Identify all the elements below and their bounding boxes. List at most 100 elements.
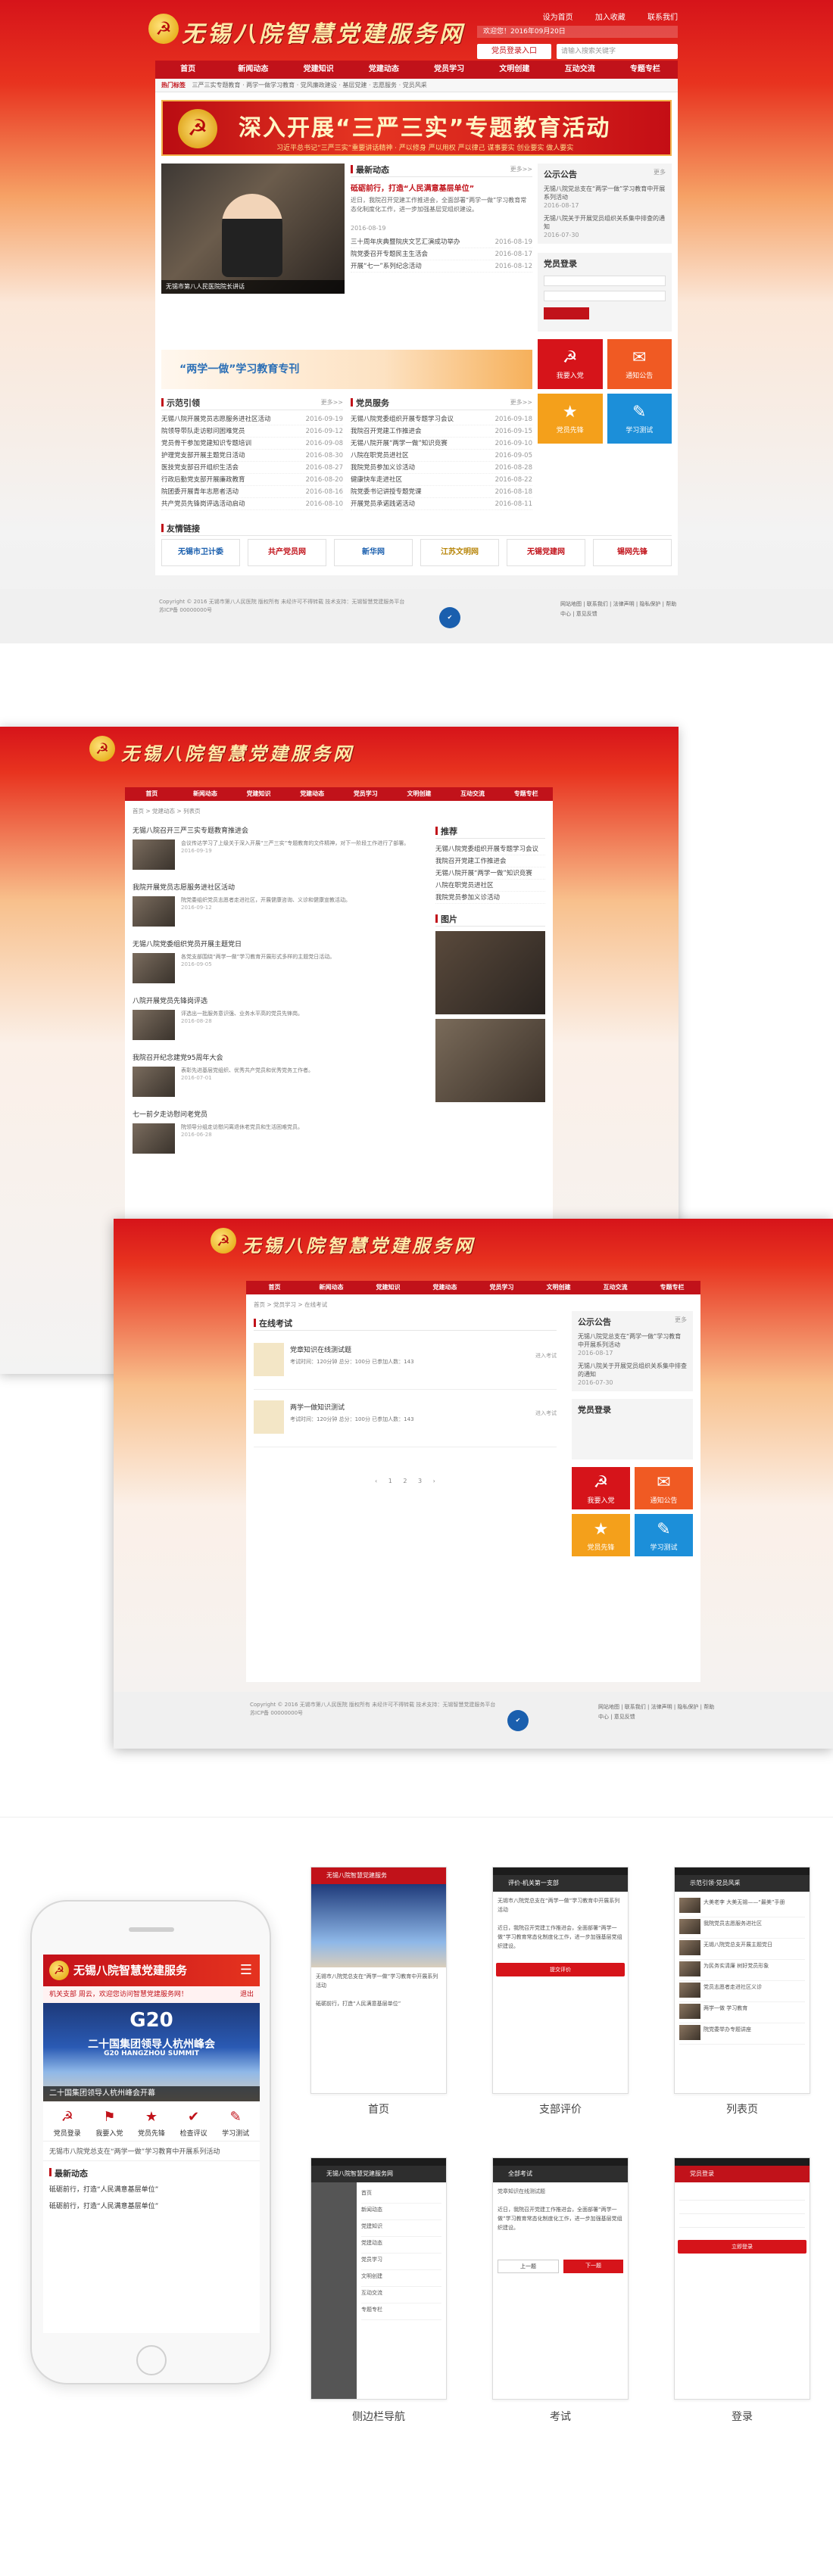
list-item[interactable]: 2016-08-27 医技党支部召开组织生活会 <box>161 462 343 474</box>
nav-item-topics[interactable]: 专题专栏 <box>644 1281 700 1294</box>
headline-photo[interactable]: 无锡市第八人民医院院长讲话 <box>161 164 345 294</box>
screen-exam[interactable]: 全部考试 党章知识在线测试题 近日，我院召开党建工作推进会，全面部署“两学一做”… <box>492 2157 629 2400</box>
notice-item[interactable]: 无锡八院关于开展党员组织关系集中排查的通知 2016-07-30 <box>544 214 666 239</box>
nav-item-study[interactable]: 党员学习 <box>416 61 482 79</box>
enter-exam-button[interactable]: 进入考试 <box>535 1352 557 1360</box>
screen-login[interactable]: 党员登录 立即登录 <box>674 2157 810 2400</box>
prev-question-button[interactable]: 上一题 <box>498 2260 559 2273</box>
friend-link[interactable]: 江苏文明网 <box>420 539 499 566</box>
list-item[interactable]: 2016-08-20 行政后勤党支部开展廉政教育 <box>161 474 343 486</box>
list-item[interactable]: 2016-08-11 开展党员承诺践诺活动 <box>351 498 532 510</box>
list-item[interactable]: 2016-09-15 我院召开党建工作推进会 <box>351 425 532 438</box>
login-submit-button[interactable]: 立即登录 <box>678 2240 806 2254</box>
nav-item-news[interactable]: 新闻动态 <box>179 787 232 801</box>
tile-pioneer[interactable]: ★ 党员先锋 <box>538 394 603 444</box>
nav-item-interaction[interactable]: 互动交流 <box>548 61 613 79</box>
member-login-button[interactable]: 党员登录入口 <box>477 44 551 59</box>
nav-item-home[interactable]: 首页 <box>155 61 220 79</box>
nav-item-news[interactable]: 新闻动态 <box>220 61 285 79</box>
site-logo[interactable]: 无锡八院智慧党建服务网 <box>242 1231 476 1257</box>
menu-icon[interactable]: ☰ <box>240 1955 252 1986</box>
eval-submit-button[interactable]: 提交评价 <box>496 1963 625 1976</box>
footer-links[interactable]: 网站地图 | 联系我们 | 法律声明 | 隐私保护 | 帮助中心 | 意见反馈 <box>598 1702 719 1722</box>
tile-notice[interactable]: ✉ 通知公告 <box>635 1467 693 1509</box>
nav-item-news[interactable]: 新闻动态 <box>303 1281 360 1294</box>
notice-item[interactable]: 无锡八院党总支在“两学一做”学习教育中开展系列活动 2016-08-17 <box>578 1332 687 1357</box>
list-item[interactable]: 2016-09-19 无锡八院开展党员志愿服务进社区活动 <box>161 413 343 425</box>
friend-link[interactable]: 共产党员网 <box>248 539 326 566</box>
password-field[interactable] <box>679 2201 805 2214</box>
username-field[interactable] <box>544 276 666 286</box>
article-item[interactable]: 我院召开纪念建党95周年大会 表彰先进基层党组织、优秀共产党员和优秀党务工作者。 2… <box>133 1052 424 1097</box>
nav-item-interaction[interactable]: 互动交流 <box>446 787 500 801</box>
news-more-link[interactable]: 更多>> <box>510 165 532 173</box>
nav-item-dynamics[interactable]: 党建动态 <box>351 61 416 79</box>
logout-link[interactable]: 退出 <box>240 1986 254 2003</box>
nav-item-interaction[interactable]: 互动交流 <box>587 1281 644 1294</box>
pagination[interactable]: ‹ 1 2 3 › <box>375 1478 440 1484</box>
tile-join-party[interactable]: ☭ 我要入党 <box>538 339 603 389</box>
photo-thumb[interactable] <box>435 931 545 1014</box>
username-field[interactable] <box>679 2187 805 2201</box>
list-item[interactable]: 2016-08-17 院党委召开专题民主生活会 <box>351 248 532 260</box>
nav-item-study[interactable]: 党员学习 <box>473 1281 530 1294</box>
site-logo[interactable]: 无锡八院智慧党建服务网 <box>121 739 354 765</box>
list-item[interactable]: 2016-08-18 院党委书记讲授专题党课 <box>351 486 532 498</box>
quick-review[interactable]: ✔ 检查评议 <box>173 2109 215 2138</box>
list-item[interactable]: 无锡八院开展“两学一做”知识竞赛 <box>435 867 545 880</box>
photo-thumb[interactable] <box>435 1019 545 1102</box>
list-item[interactable]: 2016-08-16 院团委开展青年志愿者活动 <box>161 486 343 498</box>
home-button[interactable] <box>136 2345 167 2375</box>
screen-list[interactable]: 示范引领·党员风采 大美老李 大美无锡——“最美”手册 我院党员志愿服务进社区 … <box>674 1867 810 2094</box>
news-lead-title[interactable]: 砥砺前行，打造“人民满意基层单位” <box>351 182 532 193</box>
nav-item-study[interactable]: 党员学习 <box>339 787 393 801</box>
quick-join[interactable]: ⚑ 我要入党 <box>89 2109 131 2138</box>
friend-link[interactable]: 锡网先锋 <box>593 539 672 566</box>
campaign-banner[interactable]: ☭ 深入开展“三严三实”专题教育活动 习近平总书记“三严三实”重要讲话精神 · … <box>161 100 672 156</box>
notice-item[interactable]: 无锡八院关于开展党员组织关系集中排查的通知 2016-07-30 <box>578 1362 687 1387</box>
nav-item-knowledge[interactable]: 党建知识 <box>286 61 351 79</box>
study-promo-banner[interactable]: “两学一做”学习教育专刊 <box>161 350 532 389</box>
exam-item[interactable]: 党章知识在线测试题 考试时间：120分钟 总分：100分 已参加人数：143 进… <box>254 1337 557 1390</box>
enter-exam-button[interactable]: 进入考试 <box>535 1409 557 1417</box>
tile-study-test[interactable]: ✎ 学习测试 <box>607 394 672 444</box>
password-field[interactable] <box>544 291 666 301</box>
set-homepage-link[interactable]: 设为首页 <box>543 14 573 22</box>
exam-item[interactable]: 两学一做知识测试 考试时间：120分钟 总分：100分 已参加人数：143 进入… <box>254 1394 557 1447</box>
captcha-field[interactable] <box>679 2214 805 2228</box>
list-item[interactable]: 2016-08-10 共产党员先锋岗评选活动启动 <box>161 498 343 510</box>
gov-badge-icon[interactable]: ✔ <box>439 607 460 628</box>
search-input[interactable]: 请输入搜索关键字 <box>557 44 678 59</box>
article-item[interactable]: 七一前夕走访慰问老党员 院领导分组走访慰问离退休老党员和生活困难党员。 2016-0… <box>133 1109 424 1154</box>
article-item[interactable]: 无锡八院召开三严三实专题教育推进会 会议传达学习了上级关于深入开展“三严三实”专题… <box>133 825 424 870</box>
article-item[interactable]: 我院开展党员志愿服务进社区活动 院党委组织党员志愿者走进社区，开展健康咨询、义诊和… <box>133 882 424 927</box>
list-item[interactable]: 无锡八院党委组织开展专题学习会议 <box>435 843 545 855</box>
tile-join-party[interactable]: ☭ 我要入党 <box>572 1467 630 1509</box>
list-item[interactable]: 2016-08-30 护理党支部开展主题党日活动 <box>161 450 343 462</box>
list-item[interactable]: 2016-09-10 无锡八院开展“两学一做”知识竞赛 <box>351 438 532 450</box>
news-lead[interactable]: 砥砺前行，打造“人民满意基层单位” 近日，我院召开党建工作推进会，全面部署“两学… <box>351 182 532 232</box>
left-more-link[interactable]: 更多>> <box>321 398 343 406</box>
nav-item-dynamics[interactable]: 党建动态 <box>416 1281 473 1294</box>
list-item[interactable]: 2016-09-18 无锡八院党委组织开展专题学习会议 <box>351 413 532 425</box>
nav-item-knowledge[interactable]: 党建知识 <box>232 787 285 801</box>
tile-notice[interactable]: ✉ 通知公告 <box>607 339 672 389</box>
list-item[interactable]: 2016-09-05 八院在职党员进社区 <box>351 450 532 462</box>
login-submit-button[interactable] <box>544 307 589 319</box>
nav-item-topics[interactable]: 专题专栏 <box>499 787 553 801</box>
list-item[interactable]: 八院在职党员进社区 <box>435 880 545 892</box>
nav-item-civilization[interactable]: 文明创建 <box>392 787 446 801</box>
hero-slide[interactable]: G20 二十国集团领导人杭州峰会 G20 HANGZHOU SUMMIT 二十国… <box>43 2003 260 2101</box>
footer-links[interactable]: 网站地图 | 联系我们 | 法律声明 | 隐私保护 | 帮助中心 | 意见反馈 <box>560 600 682 619</box>
notice-item[interactable]: 无锡八院党总支在“两学一做”学习教育中开展系列活动 2016-08-17 <box>544 185 666 210</box>
screen-side-nav[interactable]: 无锡八院智慧党建服务网 首页 新闻动态 党建知识 党建动态 党员学习 文明创建 … <box>310 2157 447 2400</box>
nav-item-knowledge[interactable]: 党建知识 <box>360 1281 416 1294</box>
notice-more-link[interactable]: 更多 <box>675 1316 687 1324</box>
site-logo[interactable]: 无锡八院智慧党建服务网 <box>182 15 465 48</box>
list-item[interactable]: 2016-08-28 我院党员参加义诊活动 <box>351 462 532 474</box>
gov-badge-icon[interactable]: ✔ <box>507 1710 529 1731</box>
quick-pioneer[interactable]: ★ 党员先锋 <box>130 2109 173 2138</box>
list-item[interactable]: 砥砺前行，打造“人民满意基层单位” <box>49 2184 254 2196</box>
contact-link[interactable]: 联系我们 <box>647 14 678 22</box>
tile-study-test[interactable]: ✎ 学习测试 <box>635 1514 693 1556</box>
